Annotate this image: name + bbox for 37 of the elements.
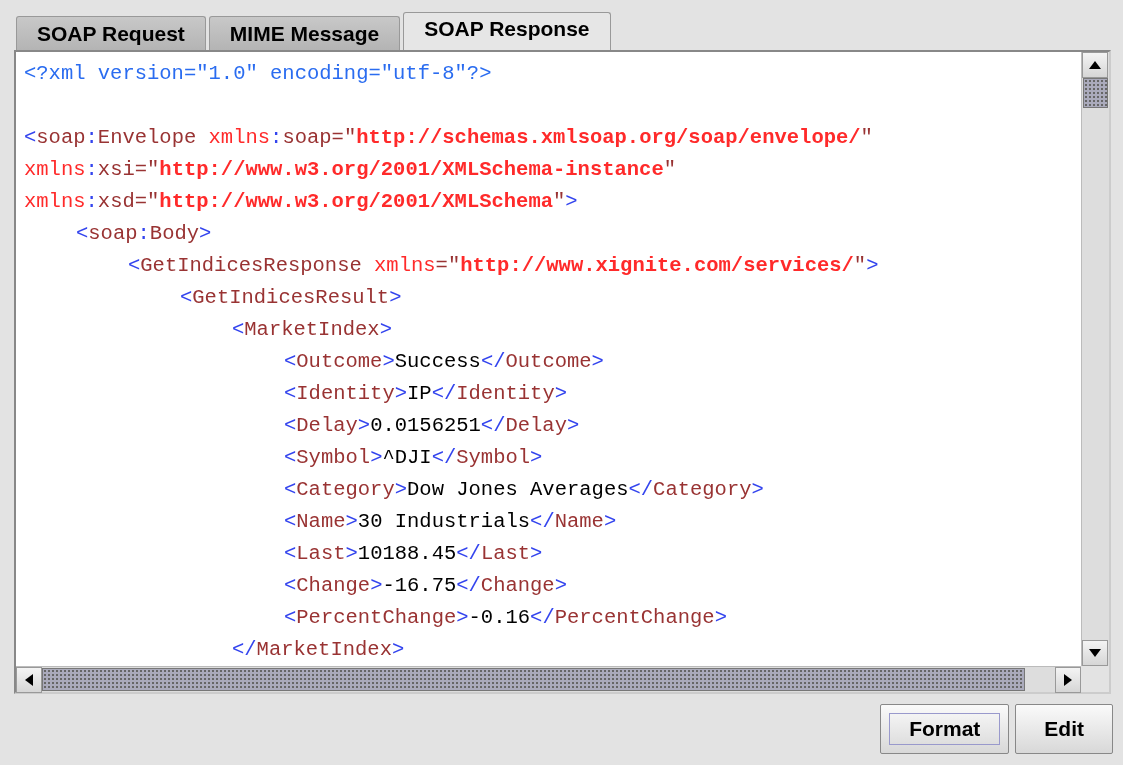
scrollbar-corner	[1081, 666, 1109, 692]
code-line: <Category>Dow Jones Averages</Category>	[283, 477, 765, 503]
left-arrow-icon	[25, 674, 33, 686]
scroll-right-button[interactable]	[1055, 667, 1081, 693]
code-line: <Delay>0.0156251</Delay>	[283, 413, 581, 439]
scroll-down-button[interactable]	[1082, 640, 1108, 666]
code-line: <Last>10188.45</Last>	[283, 541, 544, 567]
action-button[interactable]: Format	[880, 704, 1010, 754]
code-line: <?xml version="1.0" encoding="utf-8"?>	[24, 61, 493, 87]
vertical-scrollbar[interactable]	[1081, 52, 1109, 666]
code-line: xmlns:xsi="http://www.w3.org/2001/XMLSchema-instance"	[24, 157, 678, 183]
scrollbar-thumb[interactable]	[1083, 78, 1108, 108]
up-arrow-icon	[1089, 61, 1101, 69]
code-line: <Identity>IP</Identity>	[283, 381, 568, 407]
right-arrow-icon	[1064, 674, 1072, 686]
code-line: <PercentChange>-0.16</PercentChange>	[283, 605, 728, 631]
code-line: <MarketIndex>	[231, 317, 393, 343]
code-line: <soap:Envelope xmlns:soap="http://schemas.xmlsoap.org/soap/envelope/"	[24, 125, 874, 151]
tab[interactable]: SOAP Response	[403, 12, 611, 50]
code-line: <Change>-16.75</Change>	[283, 573, 568, 599]
code-line: </MarketIndex>	[231, 637, 406, 663]
code-line: <Symbol>^DJI</Symbol>	[283, 445, 544, 471]
code-line: <Outcome>Success</Outcome>	[283, 349, 605, 375]
code-line: <soap:Body>	[75, 221, 213, 247]
code-line: xmlns:xsd="http://www.w3.org/2001/XMLSchema">	[24, 189, 579, 215]
scroll-left-button[interactable]	[16, 667, 42, 693]
tab[interactable]: MIME Message	[208, 16, 401, 50]
down-arrow-icon	[1089, 649, 1101, 657]
scrollbar-thumb[interactable]	[42, 668, 1025, 691]
code-line: <Name>30 Industrials</Name>	[283, 509, 618, 535]
action-button[interactable]: Edit	[1015, 704, 1113, 754]
tab[interactable]: SOAP Request	[16, 16, 206, 50]
horizontal-scrollbar[interactable]	[16, 666, 1081, 692]
code-line: <GetIndicesResult>	[179, 285, 403, 311]
scroll-up-button[interactable]	[1082, 52, 1108, 78]
code-line: <GetIndicesResponse xmlns="http://www.xignite.com/services/">	[127, 253, 880, 279]
xml-editor[interactable]	[14, 50, 1111, 694]
